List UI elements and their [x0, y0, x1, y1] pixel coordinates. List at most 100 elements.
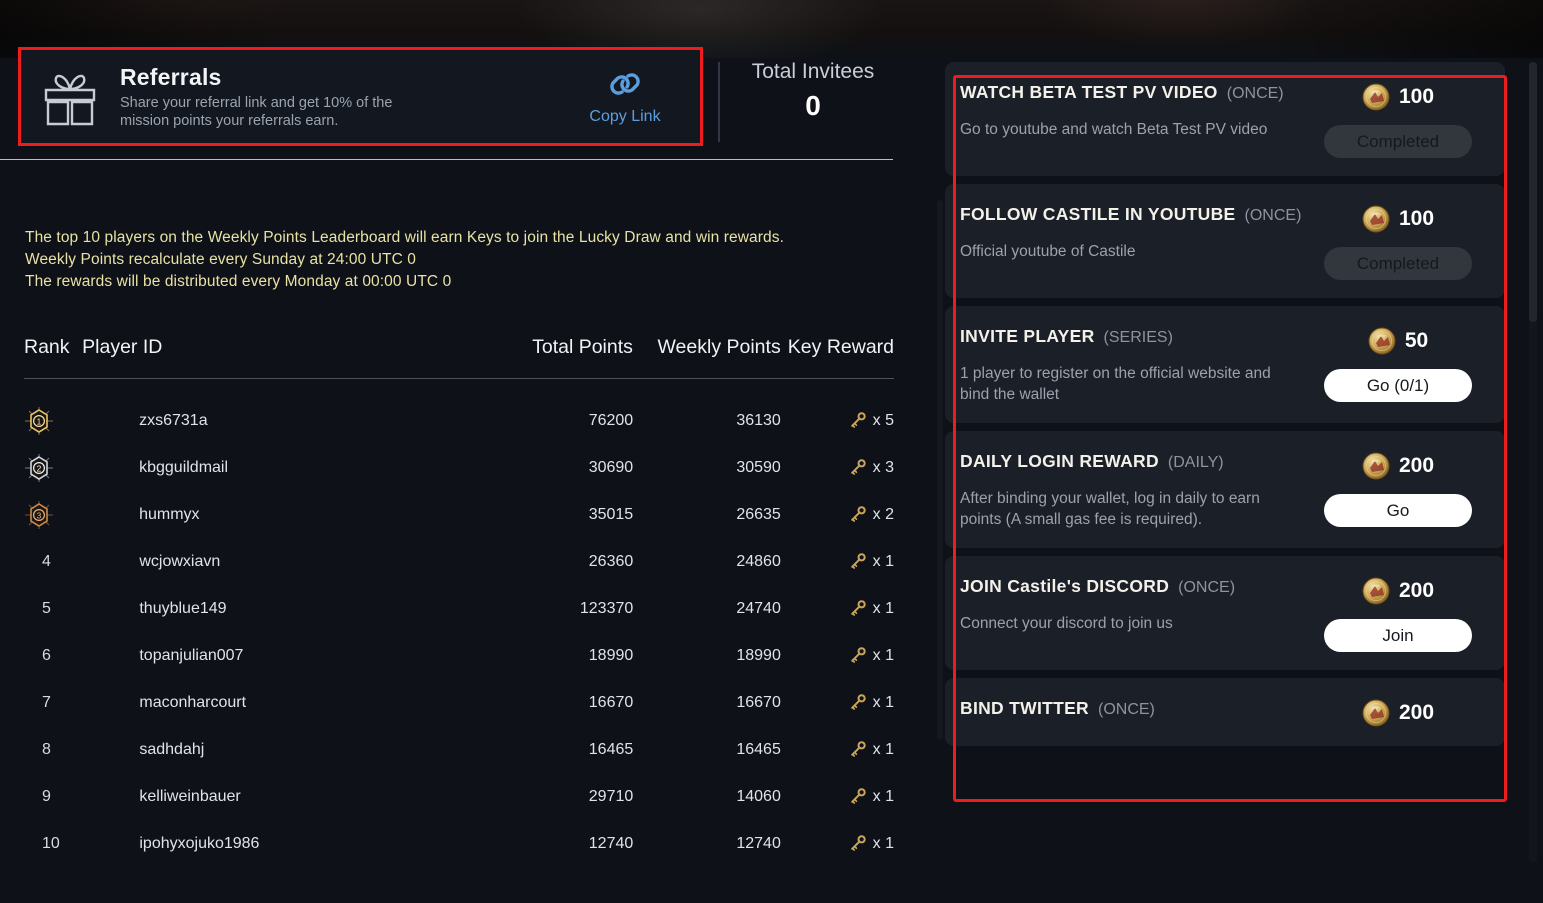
referral-subtitle-line1: Share your referral link and get 10% of …	[120, 94, 393, 111]
key-reward-count: x 1	[872, 646, 894, 664]
weekly-points-value: 16670	[736, 693, 781, 711]
mission-title-row: BIND TWITTER (ONCE)	[960, 698, 1303, 719]
key-reward-count: x 1	[872, 740, 894, 758]
column-header-weekly-points: Weekly Points	[657, 335, 781, 358]
total-points-value: 35015	[588, 505, 634, 523]
key-reward-cell: x 1	[781, 741, 894, 759]
mission-title: DAILY LOGIN REWARD	[960, 451, 1159, 471]
referral-card[interactable]: Referrals Share your referral link and g…	[18, 47, 703, 146]
mission-description: 1 player to register on the official web…	[960, 365, 1271, 403]
mission-card[interactable]: JOIN Castile's DISCORD (ONCE) Connect your…	[945, 556, 1505, 670]
rank-medal-icon: 1	[24, 406, 81, 436]
mission-title: JOIN Castile's DISCORD	[960, 576, 1170, 596]
table-row[interactable]: 9 kelliweinbauer 29710 14060 x 1	[24, 773, 894, 820]
mission-action-button: Completed	[1324, 247, 1472, 280]
total-points-value: 123370	[579, 599, 634, 617]
mission-points: 100	[1313, 82, 1483, 112]
table-row[interactable]: 3 hummyx 35015 26635 x 2	[24, 491, 894, 538]
rank-medal-icon: 3	[24, 500, 81, 530]
referral-subtitle: Share your referral link and get 10% of …	[120, 94, 450, 130]
leaderboard-rows: 1 zxs6731a 76200 36130 x 5 2 kbgguildmail 30690…	[24, 397, 894, 867]
app-root: Referrals Share your referral link and g…	[0, 0, 1543, 903]
player-id: maconharcourt	[139, 693, 247, 711]
mission-description: Official youtube of Castile	[960, 243, 1136, 260]
mission-points-value: 100	[1398, 85, 1435, 108]
table-row[interactable]: 6 topanjulian007 18990 18990 x 1	[24, 632, 894, 679]
weekly-points-value: 30590	[736, 458, 781, 476]
mission-points: 100	[1313, 204, 1483, 234]
total-points-value: 26360	[588, 552, 634, 570]
weekly-points-value: 16465	[736, 740, 781, 758]
key-reward-count: x 3	[872, 458, 895, 476]
coin-icon	[1362, 577, 1390, 605]
mission-action-button[interactable]: Go	[1324, 494, 1472, 527]
copy-link-button[interactable]: Copy Link	[572, 67, 678, 126]
referral-text-block: Referrals Share your referral link and g…	[120, 64, 572, 130]
mission-card[interactable]: WATCH BETA TEST PV VIDEO (ONCE) Go to yout…	[945, 62, 1505, 176]
rank-number: 4	[42, 552, 51, 570]
total-points-value: 76200	[588, 411, 634, 429]
link-icon	[608, 67, 642, 106]
player-id: wcjowxiavn	[139, 552, 221, 570]
total-points-value: 18990	[588, 646, 634, 664]
mission-points-value: 200	[1398, 454, 1435, 477]
mission-list-left-strip	[937, 200, 943, 740]
mission-action-button: Completed	[1324, 125, 1472, 158]
leaderboard-notice: The top 10 players on the Weekly Points …	[25, 227, 895, 293]
weekly-points-value: 36130	[736, 411, 781, 429]
table-row[interactable]: 2 kbgguildmail 30690 30590 x 3	[24, 444, 894, 491]
column-header-player-id: Player ID	[82, 335, 163, 358]
mission-info: DAILY LOGIN REWARD (DAILY) After binding y…	[960, 451, 1313, 530]
table-row[interactable]: 5 thuyblue149 123370 24740 x 1	[24, 585, 894, 632]
weekly-points-value: 24740	[736, 599, 781, 617]
mission-reward-area: 200	[1313, 698, 1483, 728]
mission-title-row: JOIN Castile's DISCORD (ONCE)	[960, 576, 1303, 597]
notice-line-1: The top 10 players on the Weekly Points …	[25, 229, 785, 246]
table-row[interactable]: 1 zxs6731a 76200 36130 x 5	[24, 397, 894, 444]
mission-frequency: (ONCE)	[1098, 701, 1155, 718]
total-points-value: 29710	[588, 787, 634, 805]
key-reward-cell: x 1	[781, 553, 894, 571]
rank-number: 6	[42, 646, 51, 664]
table-row[interactable]: 8 sadhdahj 16465 16465 x 1	[24, 726, 894, 773]
mission-action-button[interactable]: Join	[1324, 619, 1472, 652]
key-reward-count: x 1	[872, 834, 894, 852]
table-row[interactable]: 10 ipohyxojuko1986 12740 12740 x 1	[24, 820, 894, 867]
total-points-value: 16670	[588, 693, 634, 711]
mission-info: JOIN Castile's DISCORD (ONCE) Connect your…	[960, 576, 1313, 634]
mission-reward-area: 100 Completed	[1313, 82, 1483, 158]
rank-number: 9	[42, 787, 51, 805]
mission-title-row: FOLLOW CASTILE IN YOUTUBE (ONCE)	[960, 204, 1303, 225]
total-invitees-value: 0	[805, 90, 821, 121]
mission-reward-area: 50 Go (0/1)	[1313, 326, 1483, 402]
total-points-value: 16465	[588, 740, 634, 758]
mission-card[interactable]: FOLLOW CASTILE IN YOUTUBE (ONCE) Official …	[945, 184, 1505, 298]
mission-points-value: 100	[1398, 207, 1435, 230]
mission-card[interactable]: DAILY LOGIN REWARD (DAILY) After binding y…	[945, 431, 1505, 548]
mission-info: INVITE PLAYER (SERIES) 1 player to registe…	[960, 326, 1313, 405]
player-id: kbgguildmail	[139, 458, 229, 476]
key-reward-cell: x 5	[781, 412, 894, 430]
referral-subtitle-line2: mission points your referrals earn.	[120, 112, 339, 129]
mission-frequency: (SERIES)	[1103, 329, 1173, 346]
mission-card[interactable]: BIND TWITTER (ONCE) 200	[945, 678, 1505, 746]
mission-frequency: (ONCE)	[1226, 85, 1284, 102]
invitees-divider	[718, 62, 720, 142]
mission-action-button[interactable]: Go (0/1)	[1324, 369, 1472, 402]
mission-list[interactable]: WATCH BETA TEST PV VIDEO (ONCE) Go to yout…	[945, 62, 1517, 862]
mission-card[interactable]: INVITE PLAYER (SERIES) 1 player to registe…	[945, 306, 1505, 423]
table-row[interactable]: 7 maconharcourt 16670 16670 x 1	[24, 679, 894, 726]
coin-icon	[1362, 452, 1390, 480]
mission-points-value: 200	[1398, 701, 1435, 724]
player-id: kelliweinbauer	[139, 787, 241, 805]
total-points-value: 12740	[588, 834, 634, 852]
page-scrollbar-thumb[interactable]	[1529, 62, 1537, 322]
mission-title-row: WATCH BETA TEST PV VIDEO (ONCE)	[960, 82, 1303, 103]
coin-icon	[1362, 83, 1390, 111]
mission-points: 50	[1313, 326, 1483, 356]
notice-line-2: Weekly Points recalculate every Sunday a…	[25, 251, 416, 268]
key-reward-count: x 1	[872, 787, 894, 805]
table-row[interactable]: 4 wcjowxiavn 26360 24860 x 1	[24, 538, 894, 585]
rank-medal-icon: 2	[24, 453, 81, 483]
mission-points: 200	[1313, 698, 1483, 728]
